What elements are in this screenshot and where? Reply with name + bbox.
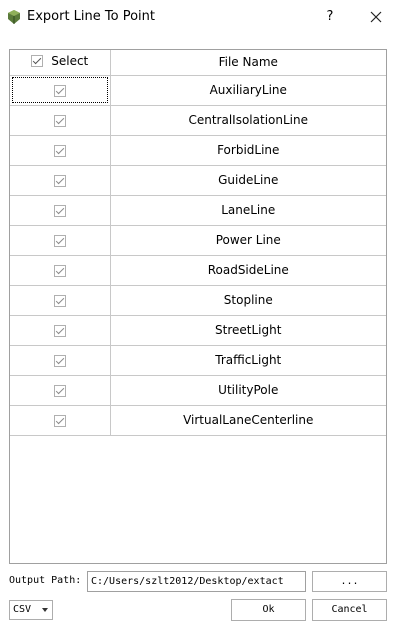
row-select-cell[interactable]	[10, 104, 111, 136]
row-checkbox[interactable]	[53, 324, 66, 337]
row-select-cell[interactable]	[10, 344, 111, 376]
select-column-label: Select	[51, 54, 89, 69]
row-checkbox[interactable]	[53, 114, 66, 127]
file-table[interactable]: Select File Name AuxiliaryLine CentralIso…	[9, 49, 387, 564]
file-name-cell[interactable]: Power Line	[109, 224, 386, 256]
row-checkbox[interactable]	[53, 264, 66, 277]
select-column-header[interactable]: Select	[10, 50, 111, 76]
close-button[interactable]	[362, 6, 390, 28]
chevron-down-icon	[42, 608, 48, 612]
row-select-cell[interactable]	[10, 254, 111, 286]
file-name-cell[interactable]: ForbidLine	[109, 134, 386, 166]
window-title: Export Line To Point	[27, 9, 156, 24]
row-checkbox[interactable]	[53, 144, 66, 157]
file-name-cell[interactable]: TrafficLight	[109, 344, 386, 376]
file-name-cell[interactable]: CentralIsolationLine	[109, 104, 386, 136]
ok-button[interactable]: Ok	[231, 599, 306, 621]
file-name-cell[interactable]: LaneLine	[109, 194, 386, 226]
file-name-cell[interactable]: UtilityPole	[109, 374, 386, 406]
row-select-cell[interactable]	[10, 374, 111, 406]
output-path-input[interactable]: C:/Users/szlt2012/Desktop/extact	[87, 571, 306, 592]
table-row[interactable]: Power Line	[10, 224, 386, 256]
table-header-row: Select File Name	[10, 50, 386, 76]
row-select-cell[interactable]	[10, 75, 111, 106]
table-body: AuxiliaryLine CentralIsolationLine ForbidL…	[10, 75, 386, 436]
row-select-cell[interactable]	[10, 164, 111, 196]
row-select-cell[interactable]	[10, 224, 111, 256]
row-checkbox[interactable]	[53, 204, 66, 217]
cancel-button[interactable]: Cancel	[312, 599, 387, 621]
table-row[interactable]: VirtualLaneCenterline	[10, 404, 386, 436]
file-name-cell[interactable]: AuxiliaryLine	[109, 75, 386, 106]
app-icon	[6, 9, 22, 25]
row-checkbox[interactable]	[53, 174, 66, 187]
table-row[interactable]: LaneLine	[10, 194, 386, 226]
file-name-column-header[interactable]: File Name	[109, 50, 386, 76]
browse-button[interactable]: ...	[312, 571, 387, 592]
file-grid: Select File Name AuxiliaryLine CentralIso…	[10, 50, 386, 436]
format-select[interactable]: CSV	[9, 600, 53, 620]
table-row[interactable]: GuideLine	[10, 164, 386, 196]
row-checkbox[interactable]	[53, 294, 66, 307]
help-button[interactable]: ?	[316, 6, 344, 28]
close-icon	[370, 11, 382, 23]
file-name-cell[interactable]: VirtualLaneCenterline	[109, 404, 386, 436]
table-row[interactable]: AuxiliaryLine	[10, 75, 386, 106]
file-name-cell[interactable]: RoadSideLine	[109, 254, 386, 286]
file-name-cell[interactable]: GuideLine	[109, 164, 386, 196]
table-row[interactable]: CentralIsolationLine	[10, 104, 386, 136]
row-checkbox[interactable]	[53, 84, 66, 97]
row-checkbox[interactable]	[53, 234, 66, 247]
table-row[interactable]: RoadSideLine	[10, 254, 386, 286]
row-select-cell[interactable]	[10, 134, 111, 166]
table-row[interactable]: TrafficLight	[10, 344, 386, 376]
table-row[interactable]: Stopline	[10, 284, 386, 316]
row-checkbox[interactable]	[53, 384, 66, 397]
output-path-label: Output Path:	[9, 575, 82, 586]
row-select-cell[interactable]	[10, 284, 111, 316]
row-select-cell[interactable]	[10, 404, 111, 436]
table-row[interactable]: UtilityPole	[10, 374, 386, 406]
row-select-cell[interactable]	[10, 194, 111, 226]
row-select-cell[interactable]	[10, 314, 111, 346]
title-bar: Export Line To Point ?	[0, 0, 397, 35]
row-checkbox[interactable]	[53, 414, 66, 427]
row-checkbox[interactable]	[53, 354, 66, 367]
file-name-cell[interactable]: Stopline	[109, 284, 386, 316]
format-select-value: CSV	[13, 604, 32, 615]
file-name-cell[interactable]: StreetLight	[109, 314, 386, 346]
table-row[interactable]: StreetLight	[10, 314, 386, 346]
table-row[interactable]: ForbidLine	[10, 134, 386, 166]
select-all-checkbox[interactable]	[31, 55, 44, 68]
